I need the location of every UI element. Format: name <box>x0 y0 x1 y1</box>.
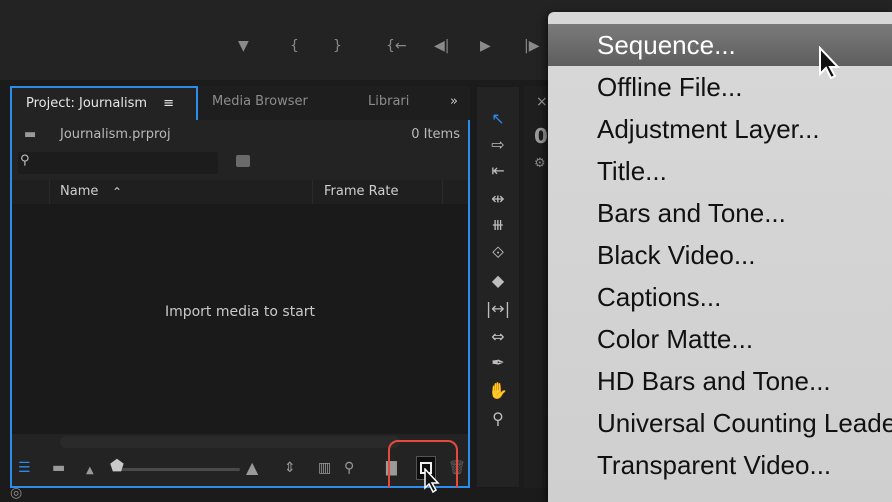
rolling-edit-tool-icon[interactable]: ⇹ <box>477 189 519 209</box>
menu-item-adjustment-layer[interactable]: Adjustment Layer... <box>548 108 892 150</box>
zoom-tool-icon[interactable]: ⚲ <box>477 409 519 429</box>
project-file-row: ▬ Journalism.prproj 0 Items <box>12 120 468 150</box>
column-frame-rate[interactable]: Frame Rate <box>324 180 398 204</box>
project-panel: Project: Journalism ≡ Media Browser Libr… <box>10 86 470 488</box>
sort-ascending-icon: ⌃ <box>112 185 123 199</box>
add-marker-icon[interactable]: ▼ <box>238 38 249 54</box>
sort-icons-icon[interactable]: ⇕ <box>284 460 296 476</box>
list-view-icon[interactable]: ☰ <box>18 460 31 476</box>
mark-in-icon[interactable]: { <box>290 38 299 54</box>
tabs-overflow-icon[interactable]: » <box>450 86 466 120</box>
go-to-in-icon[interactable]: {← <box>386 38 407 54</box>
creative-cloud-icon[interactable]: ◎ <box>10 485 22 501</box>
zoom-out-icon[interactable]: ▲ <box>86 463 94 479</box>
icon-view-icon[interactable]: ▬ <box>52 460 65 476</box>
automate-to-sequence-icon[interactable]: ▥ <box>318 460 331 476</box>
menu-item-bars-and-tone[interactable]: Bars and Tone... <box>548 192 892 234</box>
project-panel-body: ▬ Journalism.prproj 0 Items ⚲ Name ⌃ Fra… <box>10 120 470 488</box>
new-item-menu: Sequence... Offline File... Adjustment L… <box>548 12 892 502</box>
scrollbar-thumb[interactable] <box>60 436 400 448</box>
menu-item-color-matte[interactable]: Color Matte... <box>548 318 892 360</box>
ripple-edit-tool-icon[interactable]: ⇤ <box>477 161 519 181</box>
tab-project[interactable]: Project: Journalism ≡ <box>10 86 198 120</box>
zoom-slider-handle[interactable]: ⬟ <box>110 458 124 474</box>
program-close-icon[interactable]: × <box>536 94 548 110</box>
hand-tool-icon[interactable]: ✋ <box>477 381 519 401</box>
menu-item-title[interactable]: Title... <box>548 150 892 192</box>
rate-stretch-tool-icon[interactable]: ⧻ <box>477 215 519 235</box>
mouse-cursor-icon <box>424 468 440 494</box>
zoom-in-icon[interactable]: ▲ <box>246 460 258 476</box>
slip-tool-icon[interactable]: ◆ <box>477 271 519 291</box>
pen-nib-icon[interactable]: ✒ <box>477 353 519 373</box>
step-back-icon[interactable]: ◀| <box>434 38 449 54</box>
column-headers: Name ⌃ Frame Rate <box>12 180 468 204</box>
item-count: 0 Items <box>411 127 460 142</box>
menu-item-black-video[interactable]: Black Video... <box>548 234 892 276</box>
column-divider <box>442 180 443 204</box>
search-row: ⚲ <box>12 150 468 176</box>
tab-libraries[interactable]: Librari <box>368 86 428 120</box>
column-divider <box>312 180 313 204</box>
program-settings-icon[interactable]: ⚙ <box>534 156 546 171</box>
empty-list-message: Import media to start <box>164 304 316 320</box>
track-select-tool-icon[interactable]: ⇨ <box>477 135 519 155</box>
folder-up-icon[interactable]: ▬ <box>24 120 36 150</box>
menu-item-hd-bars-and-tone[interactable]: HD Bars and Tone... <box>548 360 892 402</box>
project-file-name: Journalism.prproj <box>60 127 171 142</box>
tab-media-browser[interactable]: Media Browser <box>212 86 342 120</box>
project-item-list[interactable]: Import media to start <box>12 204 468 434</box>
panel-tabs: Project: Journalism ≡ Media Browser Libr… <box>10 86 470 120</box>
selection-tool-icon[interactable]: ↖ <box>477 109 519 129</box>
menu-item-captions[interactable]: Captions... <box>548 276 892 318</box>
mouse-cursor-icon <box>819 46 841 80</box>
menu-item-universal-counting-leader[interactable]: Universal Counting Leader... <box>548 402 892 444</box>
label-column[interactable] <box>12 180 50 204</box>
play-icon[interactable]: ▶ <box>480 38 491 54</box>
search-icon: ⚲ <box>20 153 30 168</box>
step-forward-icon[interactable]: |▶ <box>524 38 539 54</box>
search-input[interactable]: ⚲ <box>18 152 218 174</box>
new-search-bin-icon[interactable] <box>236 155 250 167</box>
slide-tool-icon[interactable]: |↔| <box>477 299 519 319</box>
tab-project-label: Project: Journalism <box>26 96 147 111</box>
tools-panel: ↖ ⇨ ⇤ ⇹ ⧻ ⟐ ◆ |↔| ⇔ ✒ ✋ ⚲ <box>476 86 520 488</box>
menu-item-transparent-video[interactable]: Transparent Video... <box>548 444 892 486</box>
pen-tool-icon[interactable]: ⇔ <box>477 327 519 347</box>
panel-menu-icon[interactable]: ≡ <box>163 96 174 111</box>
razor-tool-icon[interactable]: ⟐ <box>477 243 519 263</box>
mark-out-icon[interactable]: } <box>333 38 342 54</box>
program-timecode: 0 <box>534 124 548 148</box>
find-icon[interactable]: ⚲ <box>344 460 354 476</box>
column-name[interactable]: Name <box>60 180 98 204</box>
zoom-slider-track[interactable] <box>120 468 240 471</box>
